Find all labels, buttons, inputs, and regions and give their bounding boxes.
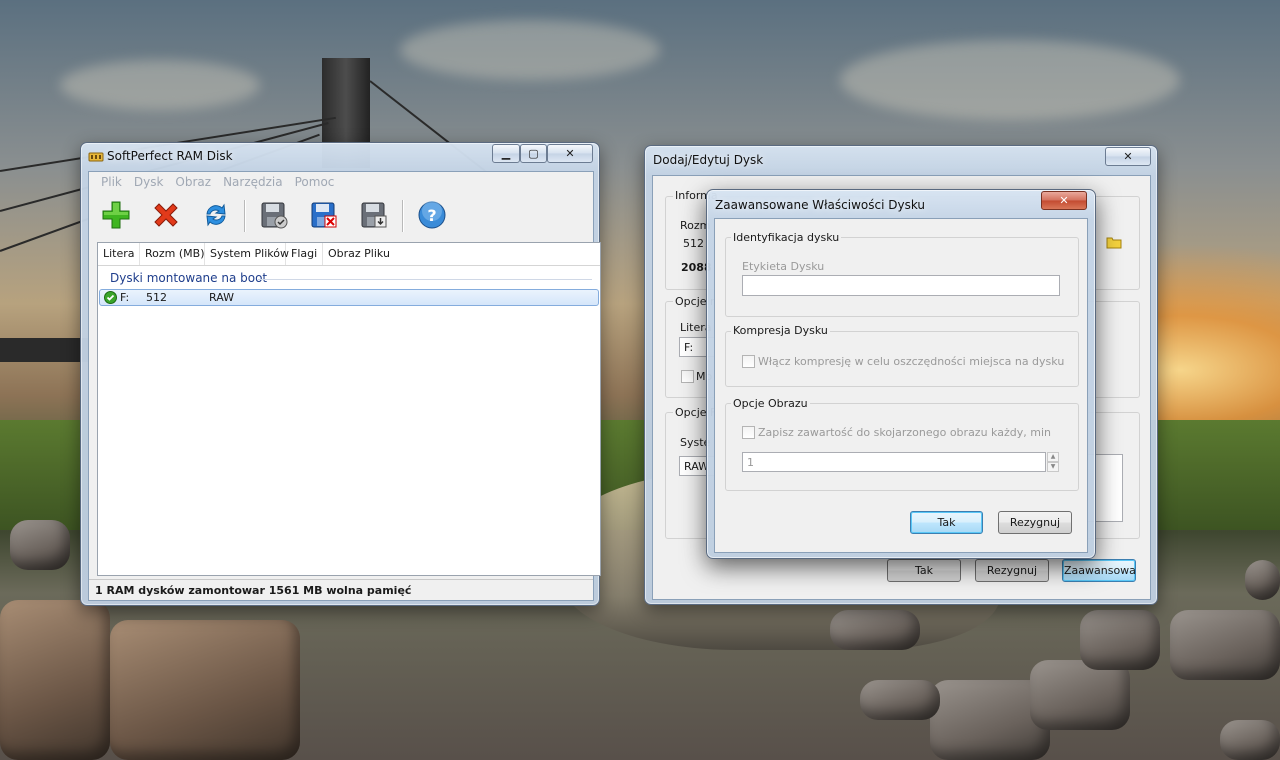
app-icon [88, 152, 104, 162]
edit-dialog-title: Dodaj/Edytuj Dysk [653, 153, 764, 167]
row-size: 512 [146, 291, 167, 304]
load-image-icon [361, 202, 387, 228]
column-header-image[interactable]: Obraz Pliku [323, 243, 393, 265]
menu-bar: Plik Dysk Obraz Narzędzia Pomoc [89, 172, 593, 192]
minimize-button[interactable]: ▁ [492, 144, 520, 163]
mount-checkbox[interactable] [681, 370, 694, 383]
folder-icon[interactable] [1106, 235, 1122, 249]
group-header: Dyski montowane na boot [98, 266, 600, 287]
advanced-properties-dialog: Zaawansowane Właściwości Dysku ✕ Identyf… [706, 189, 1096, 559]
row-letter: F: [120, 291, 130, 304]
autosave-checkbox[interactable] [742, 426, 755, 439]
group-image-options: Opcje Obrazu [731, 397, 810, 410]
save-image-icon [261, 202, 288, 229]
spin-up-icon[interactable]: ▲ [1047, 452, 1059, 462]
edit-cancel-button[interactable]: Rezygnuj [975, 559, 1049, 582]
close-icon: ✕ [1059, 194, 1069, 207]
table-row[interactable]: F: 512 RAW [99, 289, 599, 306]
add-disk-button[interactable] [99, 198, 133, 232]
maximize-button[interactable]: ▢ [520, 144, 547, 163]
advanced-dialog-client: Identyfikacja dysku Etykieta Dysku Kompr… [714, 218, 1088, 553]
compression-checkbox[interactable] [742, 355, 755, 368]
advanced-dialog-close-button[interactable]: ✕ [1041, 191, 1087, 210]
edit-ok-button[interactable]: Tak [887, 559, 961, 582]
menu-obraz[interactable]: Obraz [169, 172, 217, 192]
advanced-button[interactable]: Zaawansowane [1062, 559, 1136, 582]
disk-list[interactable]: Litera Rozm (MB) System Plików Flagi Obr… [97, 242, 601, 576]
window-title: SoftPerfect RAM Disk [107, 149, 233, 163]
advanced-ok-button[interactable]: Tak [910, 511, 983, 534]
refresh-button[interactable] [199, 198, 233, 232]
column-header-litera[interactable]: Litera [98, 243, 140, 265]
remove-disk-icon [154, 203, 178, 227]
refresh-icon [206, 203, 226, 227]
menu-plik[interactable]: Plik [95, 172, 128, 192]
menu-pomoc[interactable]: Pomoc [289, 172, 341, 192]
delete-image-icon [311, 202, 337, 228]
minimize-icon: ▁ [501, 147, 511, 160]
column-header-flags[interactable]: Flagi [286, 243, 323, 265]
mounted-check-icon [104, 291, 117, 304]
spin-down-icon[interactable]: ▼ [1047, 462, 1059, 472]
remove-disk-button[interactable] [149, 198, 183, 232]
close-icon: ✕ [565, 147, 575, 160]
bridge-deck [0, 338, 90, 362]
disk-label-input[interactable] [742, 275, 1060, 296]
autosave-label: Zapisz zawartość do skojarzonego obrazu … [758, 426, 1051, 439]
interval-input[interactable]: 1 [742, 452, 1046, 472]
main-client-area: Plik Dysk Obraz Narzędzia Pomoc ? Litera… [88, 171, 601, 601]
add-disk-icon [102, 201, 130, 229]
menu-narzedzia[interactable]: Narzędzia [217, 172, 289, 192]
load-image-button[interactable] [357, 198, 391, 232]
group-identification: Identyfikacja dysku [731, 231, 842, 244]
column-header-fs[interactable]: System Plików [205, 243, 289, 265]
toolbar: ? [89, 192, 593, 240]
close-button[interactable]: ✕ [547, 144, 593, 163]
group-compression: Kompresja Dysku [731, 324, 830, 337]
delete-image-button[interactable] [307, 198, 341, 232]
disk-label-caption: Etykieta Dysku [742, 260, 825, 273]
main-window: SoftPerfect RAM Disk ▁ ▢ ✕ Plik Dysk Obr… [80, 142, 601, 606]
status-bar: 1 RAM dysków zamontowar 1561 MB wolna pa… [89, 579, 593, 600]
save-image-button[interactable] [257, 198, 291, 232]
help-button[interactable]: ? [415, 198, 449, 232]
help-icon: ? [418, 201, 446, 229]
edit-dialog-close-button[interactable]: ✕ [1105, 147, 1151, 166]
close-icon: ✕ [1123, 150, 1133, 163]
compression-label: Włącz kompresję w celu oszczędności miej… [758, 355, 1065, 368]
maximize-icon: ▢ [528, 147, 539, 160]
column-header-size[interactable]: Rozm (MB) [140, 243, 205, 265]
advanced-dialog-title: Zaawansowane Właściwości Dysku [715, 198, 926, 212]
interval-spinner[interactable]: ▲ ▼ [1047, 452, 1059, 472]
row-fs: RAW [209, 291, 234, 304]
list-header: Litera Rozm (MB) System Plików Flagi Obr… [98, 243, 600, 266]
advanced-cancel-button[interactable]: Rezygnuj [998, 511, 1072, 534]
svg-text:?: ? [427, 206, 436, 225]
menu-dysk[interactable]: Dysk [128, 172, 170, 192]
